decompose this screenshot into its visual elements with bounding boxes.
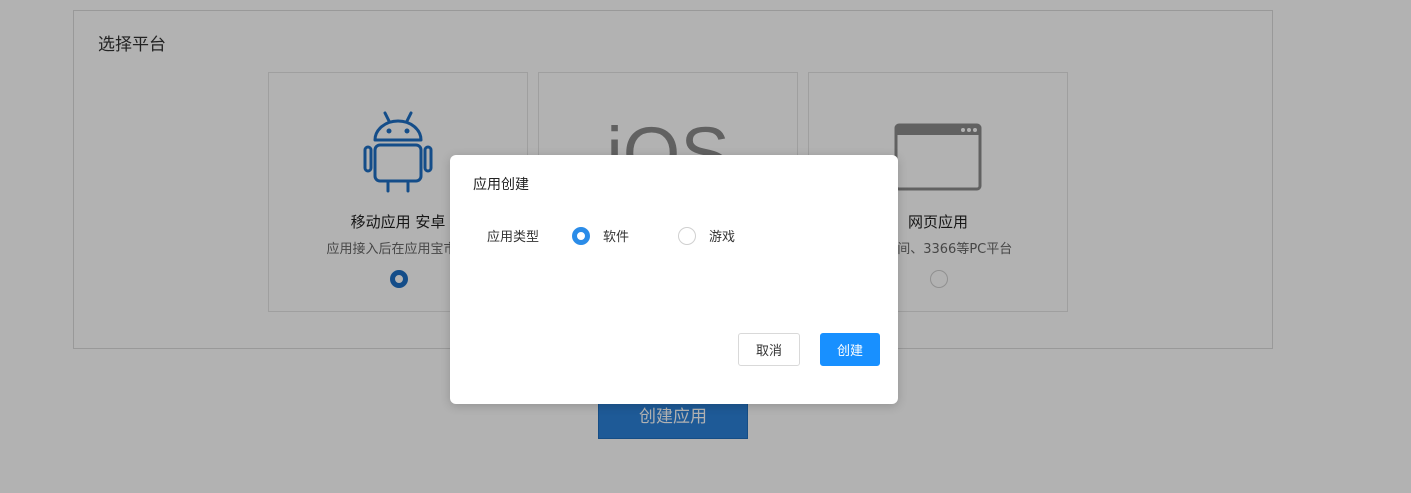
radio-option-game[interactable]: 游戏 (678, 226, 735, 245)
radio-label: 软件 (603, 230, 630, 245)
radio-software[interactable] (572, 226, 590, 245)
create-app-dialog: 应用创建 应用类型 软件 游戏 取消 创建 (450, 155, 898, 404)
create-button[interactable]: 创建 (820, 333, 880, 366)
radio-label: 游戏 (709, 230, 736, 245)
radio-option-software[interactable]: 软件 (572, 226, 629, 245)
page: 选择平台 移动应用 安卓 应用接入后在应用宝市场 iOS 网页应用 QQ空间、3… (0, 0, 1411, 493)
dialog-title: 应用创建 (473, 177, 529, 193)
cancel-button[interactable]: 取消 (738, 333, 800, 366)
app-type-label: 应用类型 (487, 230, 540, 245)
radio-game[interactable] (678, 226, 696, 245)
